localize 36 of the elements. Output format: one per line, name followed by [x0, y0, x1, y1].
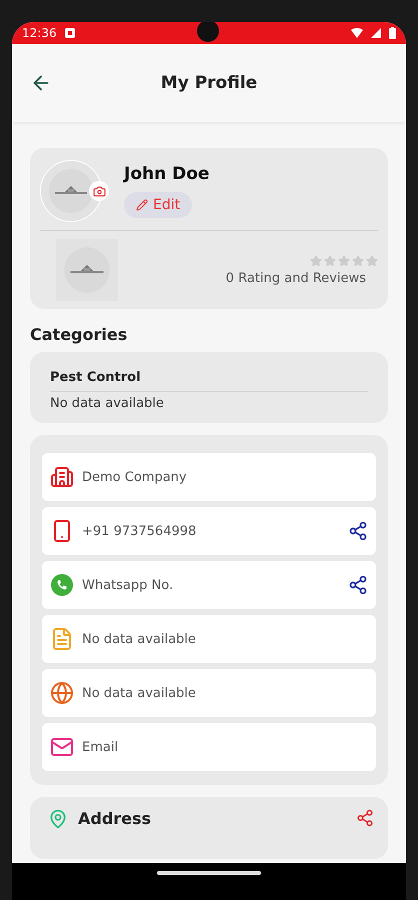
document-icon	[50, 627, 74, 651]
rating-text: 0 Rating and Reviews	[226, 270, 367, 286]
contact-text: No data available	[82, 686, 197, 700]
star-icon	[366, 254, 378, 266]
camera-button[interactable]	[89, 181, 109, 201]
profile-name: John Doe	[124, 164, 210, 184]
category-name: Pest Control	[50, 370, 368, 392]
map-pin-icon	[48, 809, 68, 829]
chat-phone-icon	[50, 573, 74, 597]
camera-hole	[197, 22, 219, 42]
page-title: My Profile	[160, 73, 258, 93]
edit-button[interactable]: Edit	[124, 192, 192, 218]
contact-text: Demo Company	[82, 470, 188, 484]
camera-icon	[92, 184, 106, 198]
address-heading: Address	[78, 809, 152, 828]
star-icon	[310, 254, 322, 266]
status-time: 12:36	[22, 26, 57, 40]
globe-icon	[50, 681, 74, 705]
pencil-icon	[136, 199, 148, 211]
category-detail: No data available	[50, 396, 165, 411]
building-icon	[50, 465, 74, 489]
share-icon[interactable]	[348, 521, 368, 541]
mail-icon	[50, 735, 74, 759]
star-icon	[352, 254, 364, 266]
star-icon	[338, 254, 350, 266]
contact-text: Email	[82, 740, 120, 754]
wifi-icon	[351, 28, 363, 38]
signal-icon	[371, 28, 381, 38]
contact-text: No data available	[82, 632, 197, 646]
star-icon	[324, 254, 336, 266]
battery-icon	[389, 27, 396, 39]
notification-icon	[64, 28, 75, 38]
contact-text: +91 9737564998	[82, 524, 198, 538]
contact-text: Whatsapp No.	[82, 578, 174, 592]
section-heading: Categories	[30, 325, 128, 344]
share-icon[interactable]	[348, 575, 368, 595]
